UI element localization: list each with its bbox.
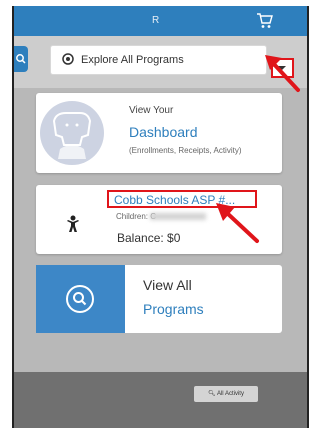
user-avatar-icon bbox=[52, 112, 92, 159]
avatar bbox=[40, 101, 104, 165]
search-button[interactable] bbox=[14, 46, 28, 72]
user-name[interactable]: R bbox=[152, 15, 159, 26]
dashboard-link[interactable]: Dashboard bbox=[129, 124, 198, 140]
overlay-footer: 🔍︎ All Activity bbox=[14, 372, 307, 428]
selected-program-label: Explore All Programs bbox=[81, 54, 184, 66]
mobile-screen: R Explore All Programs View Your Dashboa… bbox=[12, 6, 309, 428]
child-icon bbox=[67, 215, 79, 232]
annotation-arrow-dropdown bbox=[265, 55, 300, 92]
top-navigation-bar: R bbox=[14, 6, 307, 36]
target-icon bbox=[62, 53, 74, 65]
view-all-label: View All bbox=[143, 277, 192, 293]
search-icon bbox=[66, 285, 94, 313]
annotation-arrow-program bbox=[216, 203, 259, 243]
balance-text: Balance: $0 bbox=[117, 231, 181, 245]
cart-button[interactable] bbox=[250, 6, 280, 36]
redacted-child-name bbox=[150, 213, 206, 220]
dashboard-intro: View Your bbox=[129, 105, 174, 116]
dashboard-subtitle: (Enrollments, Receipts, Activity) bbox=[129, 146, 242, 155]
search-icon: 🔍︎ bbox=[208, 391, 216, 397]
programs-link[interactable]: Programs bbox=[143, 301, 204, 317]
view-all-programs-card[interactable]: View All Programs bbox=[36, 265, 282, 333]
dashboard-card[interactable]: View Your Dashboard (Enrollments, Receip… bbox=[36, 93, 282, 173]
all-activity-button[interactable]: 🔍︎ All Activity bbox=[194, 386, 258, 402]
all-activity-label: All Activity bbox=[216, 391, 244, 397]
cart-icon bbox=[257, 13, 273, 28]
program-select[interactable]: Explore All Programs bbox=[50, 45, 294, 78]
programs-icon-panel bbox=[36, 265, 125, 333]
search-icon bbox=[16, 54, 26, 64]
